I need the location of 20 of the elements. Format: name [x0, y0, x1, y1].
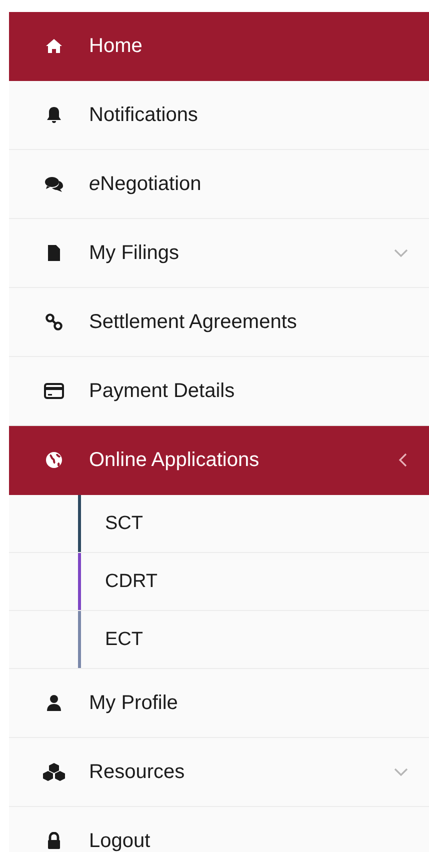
chat-icon — [44, 176, 64, 192]
menu-item[interactable]: Home — [9, 12, 429, 81]
link-icon — [45, 313, 63, 331]
bell-icon — [46, 106, 62, 124]
user-icon — [46, 694, 62, 712]
menu-item[interactable]: Logout — [9, 807, 429, 852]
menu-item[interactable]: Notifications — [9, 81, 429, 150]
credit-card-icon — [44, 383, 64, 399]
menu-item[interactable]: eNegotiation — [9, 150, 429, 219]
menu-item[interactable]: My Filings — [9, 219, 429, 288]
globe-icon — [45, 451, 63, 469]
home-icon — [45, 38, 63, 54]
file-icon — [47, 244, 61, 262]
lock-icon — [47, 832, 61, 850]
cubes-icon — [42, 762, 66, 782]
menu-item[interactable]: Resources — [9, 738, 429, 807]
menu-item[interactable]: Settlement Agreements — [9, 288, 429, 357]
menu-item[interactable]: Payment Details — [9, 357, 429, 426]
menu-item[interactable]: My Profile — [9, 669, 429, 738]
menu-item[interactable]: Online Applications — [9, 426, 429, 495]
